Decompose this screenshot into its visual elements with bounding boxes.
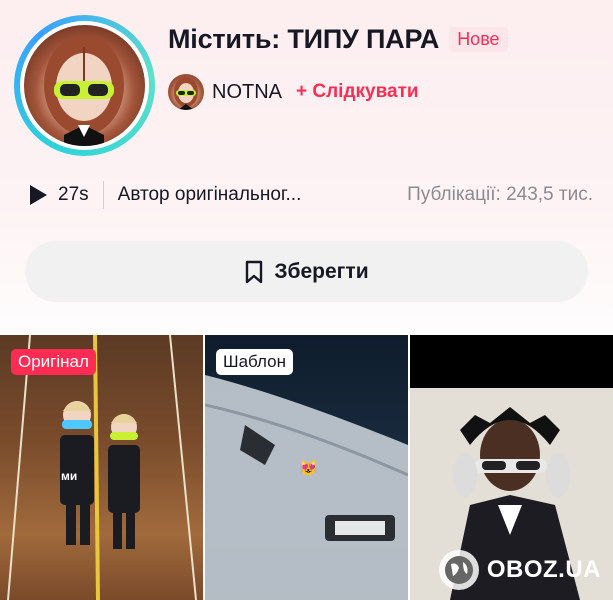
publications-count: Публікації: 243,5 тис. (407, 184, 593, 205)
author-row: NOTNA + Слідкувати (168, 74, 419, 110)
avatar-image (24, 25, 145, 146)
author-avatar[interactable] (168, 74, 204, 110)
smiling-cat-icon: 😻 (299, 460, 318, 477)
save-button-label: Зберегти (274, 259, 369, 283)
follow-button[interactable]: + Слідкувати (296, 81, 419, 103)
profile-avatar[interactable] (14, 15, 155, 156)
watermark: OBOZ.UA (438, 550, 601, 590)
video-tile-original[interactable]: Оригінал ми (0, 335, 203, 600)
author-name[interactable]: NOTNA (212, 81, 282, 104)
avatar-frame (20, 21, 149, 150)
title-row: Містить: ТИПУ ПАРА Нове (168, 24, 508, 55)
page-title: Містить: ТИПУ ПАРА (168, 24, 440, 54)
watermark-text: OBOZ.UA (486, 556, 601, 583)
author-avatar-image (174, 77, 198, 110)
original-author-link[interactable]: Автор оригінальног... (118, 184, 302, 206)
bookmark-icon (246, 260, 263, 283)
tile-caption: ми (61, 469, 78, 483)
stats-row: 27s Автор оригінальног... Публікації: 24… (28, 181, 593, 209)
new-badge: Нове (449, 27, 508, 52)
video-tile-template[interactable]: 😻 Шаблон (205, 335, 408, 600)
divider (102, 181, 104, 209)
tag-original: Оригінал (11, 349, 96, 375)
save-button[interactable]: Зберегти (25, 241, 588, 302)
play-icon[interactable] (28, 184, 48, 206)
video-grid: Оригінал ми 😻 Шаблон OBOZ.UA (0, 335, 613, 600)
video-tile-third[interactable]: OBOZ.UA (410, 335, 613, 600)
tag-template: Шаблон (216, 349, 293, 375)
globe-icon (438, 550, 479, 590)
duration: 27s (58, 184, 89, 205)
avatar-portrait (44, 35, 124, 146)
